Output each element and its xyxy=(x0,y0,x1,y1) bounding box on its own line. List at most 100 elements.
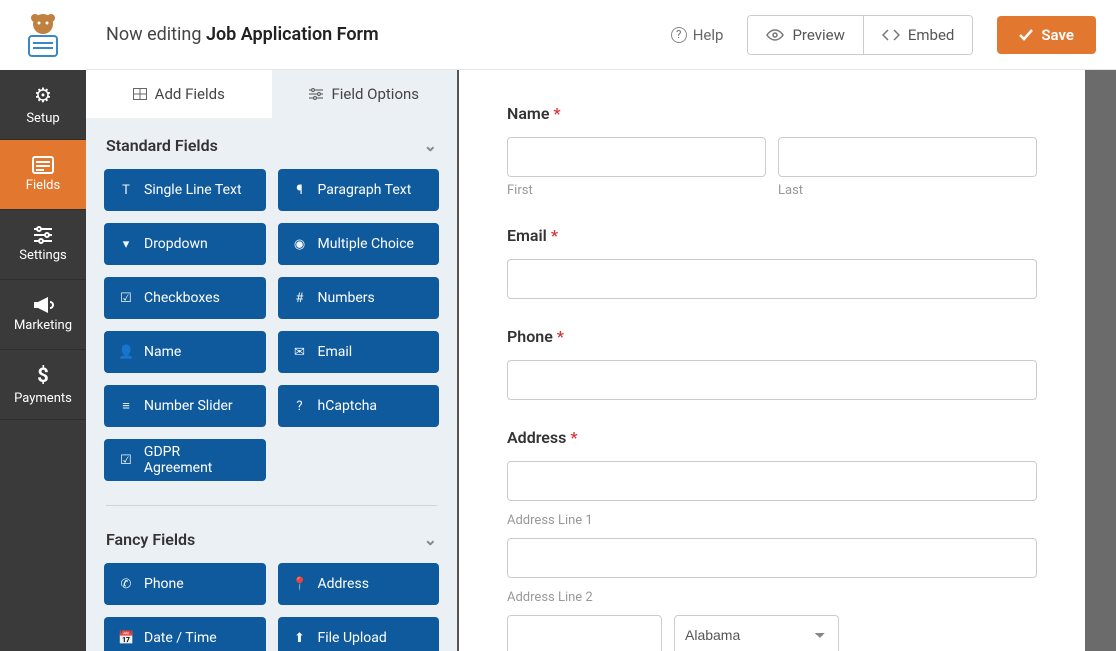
last-name-sublabel: Last xyxy=(778,183,1037,198)
field-type-email[interactable]: ✉ Email xyxy=(278,331,440,373)
nav-item-settings[interactable]: Settings xyxy=(0,210,86,280)
field-type-label: Single Line Text xyxy=(144,182,242,198)
email-input[interactable] xyxy=(507,259,1037,299)
hash-icon: # xyxy=(292,291,308,306)
calendar-icon: 📅 xyxy=(118,631,134,646)
field-phone[interactable]: Phone* xyxy=(507,327,1037,400)
embed-button[interactable]: Embed xyxy=(863,16,973,54)
nav-label: Marketing xyxy=(14,318,72,333)
nav-label: Fields xyxy=(26,178,60,193)
field-type-hcaptcha[interactable]: ? hCaptcha xyxy=(278,385,440,427)
field-type-paragraph-text[interactable]: ¶ Paragraph Text xyxy=(278,169,440,211)
tab-add-fields[interactable]: Add Fields xyxy=(86,70,272,118)
field-type-single-line-text[interactable]: T Single Line Text xyxy=(104,169,266,211)
divider xyxy=(106,505,437,506)
sliders-icon xyxy=(33,226,53,244)
field-type-dropdown[interactable]: ▾ Dropdown xyxy=(104,223,266,265)
form-icon xyxy=(32,156,54,174)
field-type-gdpr-agreement[interactable]: ☑ GDPR Agreement xyxy=(104,439,266,481)
nav-item-marketing[interactable]: Marketing xyxy=(0,280,86,350)
chevron-down-icon: ⌄ xyxy=(424,136,437,155)
address-line2-sublabel: Address Line 2 xyxy=(507,590,1037,605)
first-name-sublabel: First xyxy=(507,183,766,198)
check-icon: ☑ xyxy=(118,453,134,468)
field-address[interactable]: Address* Address Line 1 Address Line 2 C… xyxy=(507,428,1037,651)
field-type-label: GDPR Agreement xyxy=(144,444,252,476)
field-type-address[interactable]: 📍 Address xyxy=(278,563,440,605)
field-type-multiple-choice[interactable]: ◉ Multiple Choice xyxy=(278,223,440,265)
nav-item-payments[interactable]: $ Payments xyxy=(0,350,86,420)
field-type-numbers[interactable]: # Numbers xyxy=(278,277,440,319)
bullhorn-icon xyxy=(32,296,54,314)
preview-button[interactable]: Preview xyxy=(748,16,862,54)
field-type-checkboxes[interactable]: ☑ Checkboxes xyxy=(104,277,266,319)
chevron-down-icon: ⌄ xyxy=(424,530,437,549)
field-type-date-time[interactable]: 📅 Date / Time xyxy=(104,617,266,651)
standard-fields-head[interactable]: Standard Fields ⌄ xyxy=(104,118,439,169)
fancy-fields-head[interactable]: Fancy Fields ⌄ xyxy=(104,512,439,563)
logo xyxy=(0,0,86,70)
paragraph-icon: ¶ xyxy=(292,183,308,198)
field-type-label: File Upload xyxy=(318,630,387,646)
field-type-label: Name xyxy=(144,344,181,360)
city-input[interactable] xyxy=(507,615,662,651)
field-type-label: Checkboxes xyxy=(144,290,220,306)
field-type-file-upload[interactable]: ⬆ File Upload xyxy=(278,617,440,651)
phone-input[interactable] xyxy=(507,360,1037,400)
address-line1-input[interactable] xyxy=(507,461,1037,501)
grid-icon xyxy=(133,88,147,100)
field-name[interactable]: Name* First Last xyxy=(507,104,1037,198)
sliders-icon: ≡ xyxy=(118,398,134,414)
phone-icon: ✆ xyxy=(118,577,134,592)
address-line2-input[interactable] xyxy=(507,538,1037,578)
last-name-input[interactable] xyxy=(778,137,1037,177)
address-line1-sublabel: Address Line 1 xyxy=(507,513,1037,528)
nav-item-fields[interactable]: Fields xyxy=(0,140,86,210)
page-title: Now editing Job Application Form xyxy=(106,24,379,45)
field-type-label: Address xyxy=(318,576,369,592)
gear-icon: ⚙ xyxy=(34,83,52,107)
pin-icon: 📍 xyxy=(292,577,308,592)
nav-label: Setup xyxy=(26,111,59,126)
dollar-icon: $ xyxy=(37,363,48,387)
code-icon xyxy=(882,29,900,41)
field-type-label: hCaptcha xyxy=(318,398,378,414)
nav-label: Settings xyxy=(19,248,66,263)
check-icon xyxy=(1019,29,1033,41)
left-nav: ⚙ Setup Fields Settings Marketing $ Paym… xyxy=(0,0,86,651)
field-type-label: Number Slider xyxy=(144,398,233,414)
person-icon: 👤 xyxy=(118,345,134,360)
help-icon: ? xyxy=(292,399,308,414)
top-bar: Now editing Job Application Form ? Help … xyxy=(86,0,1116,70)
field-type-label: Numbers xyxy=(318,290,375,306)
field-type-label: Date / Time xyxy=(144,630,217,646)
fields-panel: Add Fields Field Options Standard Fields… xyxy=(86,70,459,651)
help-link[interactable]: ? Help xyxy=(671,26,724,44)
field-email[interactable]: Email* xyxy=(507,226,1037,299)
nav-item-setup[interactable]: ⚙ Setup xyxy=(0,70,86,140)
first-name-input[interactable] xyxy=(507,137,766,177)
field-type-label: Dropdown xyxy=(144,236,208,252)
field-type-number-slider[interactable]: ≡ Number Slider xyxy=(104,385,266,427)
help-icon: ? xyxy=(671,27,687,43)
form-preview: Name* First Last xyxy=(459,70,1116,651)
eye-icon xyxy=(766,29,784,41)
upload-icon: ⬆ xyxy=(292,631,308,646)
field-type-label: Paragraph Text xyxy=(318,182,412,198)
sliders-icon xyxy=(309,88,323,100)
mail-icon: ✉ xyxy=(292,345,308,360)
state-select[interactable]: Alabama xyxy=(674,615,839,651)
embed-preview-group: Preview Embed xyxy=(747,15,973,55)
field-type-phone[interactable]: ✆ Phone xyxy=(104,563,266,605)
tab-field-options[interactable]: Field Options xyxy=(272,70,458,118)
field-type-label: Multiple Choice xyxy=(318,236,414,252)
dropdown-icon: ▾ xyxy=(118,237,134,252)
save-button[interactable]: Save xyxy=(997,16,1096,54)
nav-label: Payments xyxy=(14,391,72,406)
field-type-name[interactable]: 👤 Name xyxy=(104,331,266,373)
field-type-label: Email xyxy=(318,344,353,360)
field-type-label: Phone xyxy=(144,576,184,592)
text-icon: T xyxy=(118,183,134,198)
radio-icon: ◉ xyxy=(292,237,308,252)
check-icon: ☑ xyxy=(118,291,134,306)
